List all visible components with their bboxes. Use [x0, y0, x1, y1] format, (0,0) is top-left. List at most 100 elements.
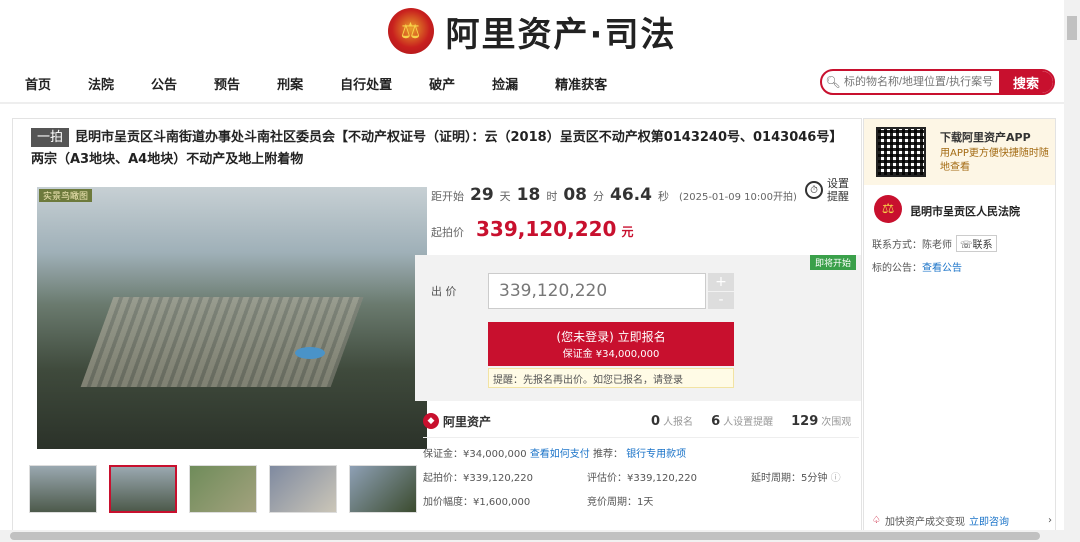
nav-item-bankruptcy[interactable]: 破产	[429, 74, 455, 93]
bid-label: 出 价	[431, 285, 457, 298]
countdown-hours-unit: 时	[546, 190, 558, 203]
phone-icon: ☏	[960, 240, 973, 251]
detail-delay: 延时周期：5分钟 ⓘ	[751, 469, 841, 484]
app-download-title: 下载阿里资产APP	[940, 131, 1031, 144]
start-price-value: 339,120,220	[476, 217, 617, 241]
nav-item-self-disposal[interactable]: 自行处置	[340, 74, 392, 93]
notice-label: 标的公告：	[872, 263, 922, 274]
vertical-scrollbar-thumb[interactable]	[1067, 16, 1077, 40]
search-bar: 🔍︎ 搜索	[820, 69, 1055, 95]
main-image[interactable]: 实景鸟瞰图 🔍︎	[37, 187, 427, 449]
vertical-scrollbar[interactable]	[1064, 0, 1080, 542]
app-download-box[interactable]: 下载阿里资产APP 用APP更方便快捷随时随地查看	[864, 119, 1055, 185]
countdown-seconds: 46.4	[610, 185, 652, 205]
recommend-label: 推荐：	[593, 449, 623, 460]
countdown-minutes: 08	[563, 185, 588, 205]
deposit-info: 保证金：¥34,000,000 查看如何支付 推荐： 银行专用款项	[423, 445, 686, 460]
horizontal-scrollbar-thumb[interactable]	[10, 532, 1040, 540]
detail-cycle: 竞价周期：1天	[587, 497, 654, 508]
view-notice-link[interactable]: 查看公告	[922, 263, 962, 274]
nav-item-precise-leads[interactable]: 精准获客	[555, 74, 607, 93]
page: ⚖ 阿里资产·司法 首页 法院 公告 预告 刑案 自行处置 破产 捡漏 精准获客…	[0, 0, 1080, 542]
brand-header: ⚖ 阿里资产·司法	[0, 0, 1064, 62]
countdown-seconds-unit: 秒	[657, 190, 669, 203]
countdown-days: 29	[470, 185, 494, 205]
search-icon: 🔍︎	[825, 75, 841, 89]
deposit-text: 保证金：¥34,000,000	[423, 449, 527, 460]
reminder-count-label: 人设置提醒	[723, 417, 774, 428]
image-blue-roof	[295, 347, 325, 359]
nav-item-bargains[interactable]: 捡漏	[492, 74, 518, 93]
court-emblem-icon: ⚖	[874, 195, 902, 223]
search-input[interactable]	[844, 71, 999, 93]
view-count-label: 次围观	[821, 417, 852, 428]
brand-title: 阿里资产·司法	[445, 14, 677, 55]
stats-bar: ◆ 阿里资产 0 人报名 6 人设置提醒 129 次围观	[415, 407, 861, 435]
court-name[interactable]: 昆明市呈贡区人民法院	[910, 203, 1020, 219]
detail-delay-text: 延时周期：5分钟	[751, 473, 828, 484]
image-city-area	[80, 297, 364, 387]
login-tip: 提醒：先报名再出价。如您已报名，请登录	[488, 368, 734, 388]
countdown-label: 距开始	[431, 190, 464, 203]
thumbnail-1[interactable]	[29, 465, 97, 513]
qr-code	[876, 127, 926, 177]
notice-row: 标的公告：查看公告	[872, 259, 962, 274]
consult-icon: ♤	[872, 515, 881, 526]
thumbnail-4[interactable]	[269, 465, 337, 513]
chevron-right-icon[interactable]: ›	[1048, 515, 1052, 526]
signup-count-label: 人报名	[663, 417, 694, 428]
auction-card: 一拍 昆明市呈贡区斗南街道办事处斗南社区委员会【不动产权证号（证明）：云（2018…	[12, 118, 862, 533]
contact-row: 联系方式：陈老师 ☏联系	[872, 235, 997, 252]
start-price: 起拍价 339,120,220 元	[431, 217, 634, 241]
thumbnail-2[interactable]	[109, 465, 177, 513]
nav-item-courts[interactable]: 法院	[88, 74, 114, 93]
reminder-count-value: 6	[711, 414, 721, 429]
search-button[interactable]: 搜索	[999, 71, 1053, 93]
scales-of-justice-emblem-icon: ⚖	[387, 8, 434, 54]
contact-button[interactable]: ☏联系	[956, 235, 997, 252]
reminder-label: 设置提醒	[827, 177, 849, 203]
contact-label: 联系方式：陈老师	[872, 240, 952, 251]
signup-count: 0 人报名	[651, 413, 693, 429]
detail-eval-price: 评估价：¥339,120,220	[587, 473, 697, 484]
countdown: 距开始 29 天 18 时 08 分 46.4 秒 (2025-01-09 10:00开…	[431, 185, 797, 205]
nav-item-criminal[interactable]: 刑案	[277, 74, 303, 93]
item-title: 一拍 昆明市呈贡区斗南街道办事处斗南社区委员会【不动产权证号（证明）：云（2018…	[31, 127, 851, 171]
signup-count-value: 0	[651, 414, 661, 429]
bid-input[interactable]: 339,120,220	[488, 273, 706, 309]
auction-round-tag: 一拍	[31, 128, 70, 147]
alarm-clock-icon: ⏱	[805, 181, 823, 199]
countdown-minutes-unit: 分	[593, 190, 605, 203]
bid-stepper: + -	[708, 273, 734, 309]
ali-assets-brand: 阿里资产	[443, 414, 492, 429]
signup-button[interactable]: (您未登录) 立即报名 保证金 ¥34,000,000	[488, 322, 734, 366]
bid-decrease-button[interactable]: -	[708, 291, 734, 309]
reminder-count: 6 人设置提醒	[711, 413, 773, 429]
bid-increase-button[interactable]: +	[708, 273, 734, 291]
signup-main-label: (您未登录) 立即报名	[556, 330, 666, 344]
status-badge: 即将开始	[810, 255, 857, 270]
nav-item-previews[interactable]: 预告	[214, 74, 240, 93]
speedup-text: 加快资产成交变现	[884, 517, 965, 528]
stats-divider	[423, 437, 859, 438]
detail-increment: 加价幅度：¥1,600,000	[423, 497, 531, 508]
consult-link[interactable]: 立即咨询	[969, 513, 1009, 528]
help-icon[interactable]: ⓘ	[831, 473, 841, 484]
app-download-subtitle: 用APP更方便快捷随时随地查看	[940, 148, 1049, 173]
view-count-value: 129	[791, 414, 819, 429]
thumbnail-3[interactable]	[189, 465, 257, 513]
header-divider	[0, 102, 1064, 104]
signup-deposit-label: 保证金 ¥34,000,000	[562, 349, 660, 360]
nav-item-announcements[interactable]: 公告	[151, 74, 177, 93]
thumbnail-5[interactable]	[349, 465, 417, 513]
thumbnail-strip	[29, 465, 417, 513]
set-reminder-button[interactable]: ⏱ 设置提醒	[805, 177, 851, 203]
nav-item-home[interactable]: 首页	[25, 74, 51, 93]
countdown-hours: 18	[516, 185, 541, 205]
sidebar: 下载阿里资产APP 用APP更方便快捷随时随地查看 ⚖ 昆明市呈贡区人民法院 联…	[863, 118, 1056, 533]
bank-payment-link[interactable]: 银行专用款项	[626, 449, 686, 460]
image-label: 实景鸟瞰图	[39, 189, 93, 202]
view-count: 129 次围观	[791, 413, 851, 429]
contact-button-label: 联系	[972, 240, 993, 251]
how-to-pay-link[interactable]: 查看如何支付	[530, 449, 590, 460]
